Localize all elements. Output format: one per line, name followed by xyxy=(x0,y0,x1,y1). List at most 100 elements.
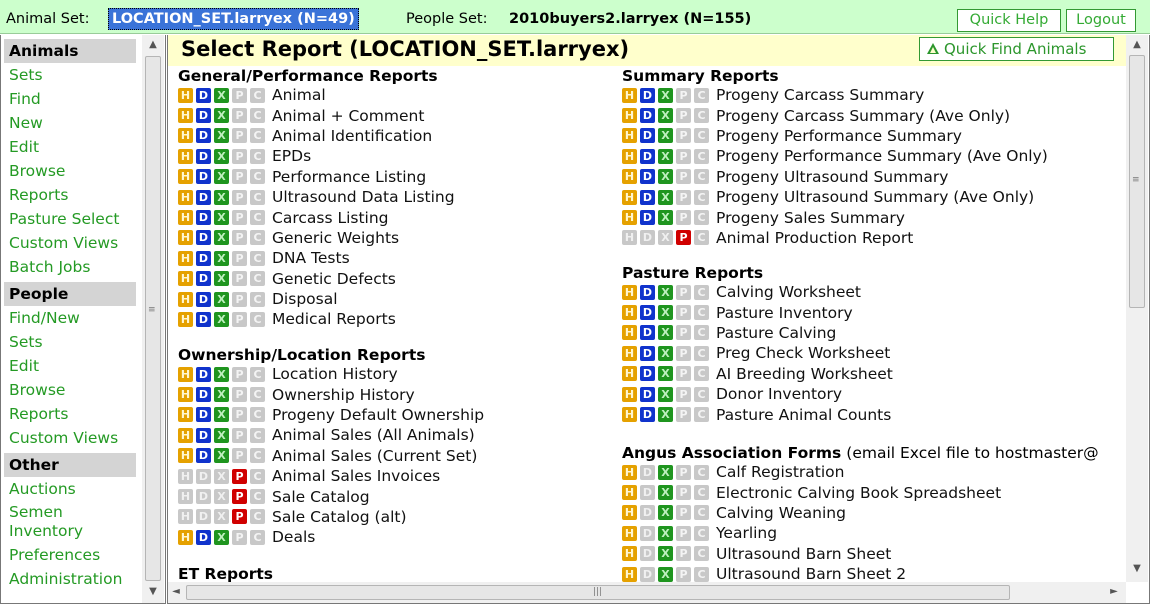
sidebar-item-semen-inventory[interactable]: Semen Inventory xyxy=(4,501,124,543)
sidebar-item-reports[interactable]: Reports xyxy=(4,402,136,426)
format-h-button[interactable]: H xyxy=(178,128,193,144)
format-x-button[interactable]: X xyxy=(214,189,229,205)
sidebar-item-browse[interactable]: Browse xyxy=(4,378,136,402)
report-label[interactable]: Electronic Calving Book Spreadsheet xyxy=(716,483,1001,503)
format-h-button[interactable]: H xyxy=(622,148,637,164)
sidebar-item-pasture-select[interactable]: Pasture Select xyxy=(4,207,136,231)
format-d-button[interactable]: D xyxy=(196,271,211,287)
format-h-button[interactable]: H xyxy=(622,169,637,185)
report-label[interactable]: Progeny Carcass Summary (Ave Only) xyxy=(716,106,1010,126)
report-label[interactable]: Progeny Carcass Summary xyxy=(716,85,924,105)
report-label[interactable]: Progeny Performance Summary xyxy=(716,126,962,146)
format-h-button[interactable]: H xyxy=(622,284,637,300)
format-d-button[interactable]: D xyxy=(640,128,655,144)
format-x-button[interactable]: X xyxy=(658,325,673,341)
report-label[interactable]: Animal + Comment xyxy=(272,106,424,126)
format-x-button[interactable]: X xyxy=(658,566,673,582)
format-h-button[interactable]: H xyxy=(622,505,637,521)
format-h-button[interactable]: H xyxy=(178,448,193,464)
format-x-button[interactable]: X xyxy=(214,169,229,185)
format-d-button[interactable]: D xyxy=(196,87,211,103)
format-h-button[interactable]: H xyxy=(622,366,637,382)
format-d-button[interactable]: D xyxy=(640,284,655,300)
report-label[interactable]: Deals xyxy=(272,527,315,547)
scroll-right-arrow-icon[interactable]: ► xyxy=(1106,586,1122,597)
format-x-button[interactable]: X xyxy=(214,529,229,545)
logout-button[interactable]: Logout xyxy=(1066,9,1136,32)
format-d-button[interactable]: D xyxy=(640,386,655,402)
format-h-button[interactable]: H xyxy=(178,169,193,185)
format-x-button[interactable]: X xyxy=(214,448,229,464)
sidebar-item-batch-jobs[interactable]: Batch Jobs xyxy=(4,255,136,279)
format-d-button[interactable]: D xyxy=(196,189,211,205)
report-label[interactable]: Animal Sales (Current Set) xyxy=(272,446,477,466)
format-h-button[interactable]: H xyxy=(622,546,637,562)
format-d-button[interactable]: D xyxy=(640,305,655,321)
format-h-button[interactable]: H xyxy=(622,189,637,205)
format-p-button[interactable]: P xyxy=(232,468,247,484)
format-d-button[interactable]: D xyxy=(640,407,655,423)
format-x-button[interactable]: X xyxy=(658,464,673,480)
scroll-down-arrow-icon[interactable]: ▼ xyxy=(1129,563,1145,574)
report-label[interactable]: Preg Check Worksheet xyxy=(716,343,890,363)
format-x-button[interactable]: X xyxy=(214,108,229,124)
sidebar-item-sets[interactable]: Sets xyxy=(4,330,136,354)
format-x-button[interactable]: X xyxy=(214,291,229,307)
format-x-button[interactable]: X xyxy=(658,148,673,164)
format-d-button[interactable]: D xyxy=(196,230,211,246)
format-x-button[interactable]: X xyxy=(214,271,229,287)
format-x-button[interactable]: X xyxy=(214,250,229,266)
report-label[interactable]: Sale Catalog xyxy=(272,487,370,507)
scroll-down-arrow-icon[interactable]: ▼ xyxy=(145,586,161,597)
report-label[interactable]: DNA Tests xyxy=(272,248,350,268)
format-h-button[interactable]: H xyxy=(178,529,193,545)
format-x-button[interactable]: X xyxy=(658,169,673,185)
format-x-button[interactable]: X xyxy=(658,386,673,402)
format-x-button[interactable]: X xyxy=(214,427,229,443)
report-label[interactable]: Animal Sales (All Animals) xyxy=(272,425,475,445)
format-h-button[interactable]: H xyxy=(178,189,193,205)
format-x-button[interactable]: X xyxy=(658,87,673,103)
format-h-button[interactable]: H xyxy=(178,407,193,423)
sidebar-item-new[interactable]: New xyxy=(4,111,136,135)
format-d-button[interactable]: D xyxy=(196,108,211,124)
format-h-button[interactable]: H xyxy=(622,345,637,361)
report-label[interactable]: Disposal xyxy=(272,289,338,309)
format-h-button[interactable]: H xyxy=(178,230,193,246)
format-x-button[interactable]: X xyxy=(658,546,673,562)
horizontal-scrollbar[interactable]: ◄ ||| ► xyxy=(168,582,1126,603)
format-h-button[interactable]: H xyxy=(178,250,193,266)
format-x-button[interactable]: X xyxy=(658,366,673,382)
format-d-button[interactable]: D xyxy=(196,387,211,403)
sidebar-item-preferences[interactable]: Preferences xyxy=(4,543,136,567)
format-x-button[interactable]: X xyxy=(658,407,673,423)
sidebar-item-custom-views[interactable]: Custom Views xyxy=(4,231,136,255)
format-x-button[interactable]: X xyxy=(658,189,673,205)
sidebar-item-edit[interactable]: Edit xyxy=(4,135,136,159)
report-label[interactable]: Carcass Listing xyxy=(272,208,389,228)
format-x-button[interactable]: X xyxy=(658,108,673,124)
report-label[interactable]: Performance Listing xyxy=(272,167,426,187)
sidebar-item-auctions[interactable]: Auctions xyxy=(4,477,136,501)
animal-set-name[interactable]: LOCATION_SET.larryex (N=49) xyxy=(108,8,359,30)
sidebar-item-browse[interactable]: Browse xyxy=(4,159,136,183)
report-label[interactable]: Pasture Calving xyxy=(716,323,836,343)
format-x-button[interactable]: X xyxy=(658,345,673,361)
report-label[interactable]: Progeny Performance Summary (Ave Only) xyxy=(716,146,1048,166)
format-h-button[interactable]: H xyxy=(622,325,637,341)
report-label[interactable]: Yearling xyxy=(716,523,777,543)
format-x-button[interactable]: X xyxy=(214,311,229,327)
format-h-button[interactable]: H xyxy=(178,427,193,443)
report-label[interactable]: Sale Catalog (alt) xyxy=(272,507,407,527)
report-label[interactable]: Genetic Defects xyxy=(272,269,396,289)
format-h-button[interactable]: H xyxy=(178,387,193,403)
format-x-button[interactable]: X xyxy=(658,305,673,321)
format-h-button[interactable]: H xyxy=(178,366,193,382)
format-d-button[interactable]: D xyxy=(196,210,211,226)
format-h-button[interactable]: H xyxy=(622,525,637,541)
format-x-button[interactable]: X xyxy=(214,230,229,246)
format-d-button[interactable]: D xyxy=(196,448,211,464)
report-label[interactable]: Progeny Sales Summary xyxy=(716,208,905,228)
sidebar-item-find[interactable]: Find xyxy=(4,87,136,111)
report-label[interactable]: AI Breeding Worksheet xyxy=(716,364,893,384)
